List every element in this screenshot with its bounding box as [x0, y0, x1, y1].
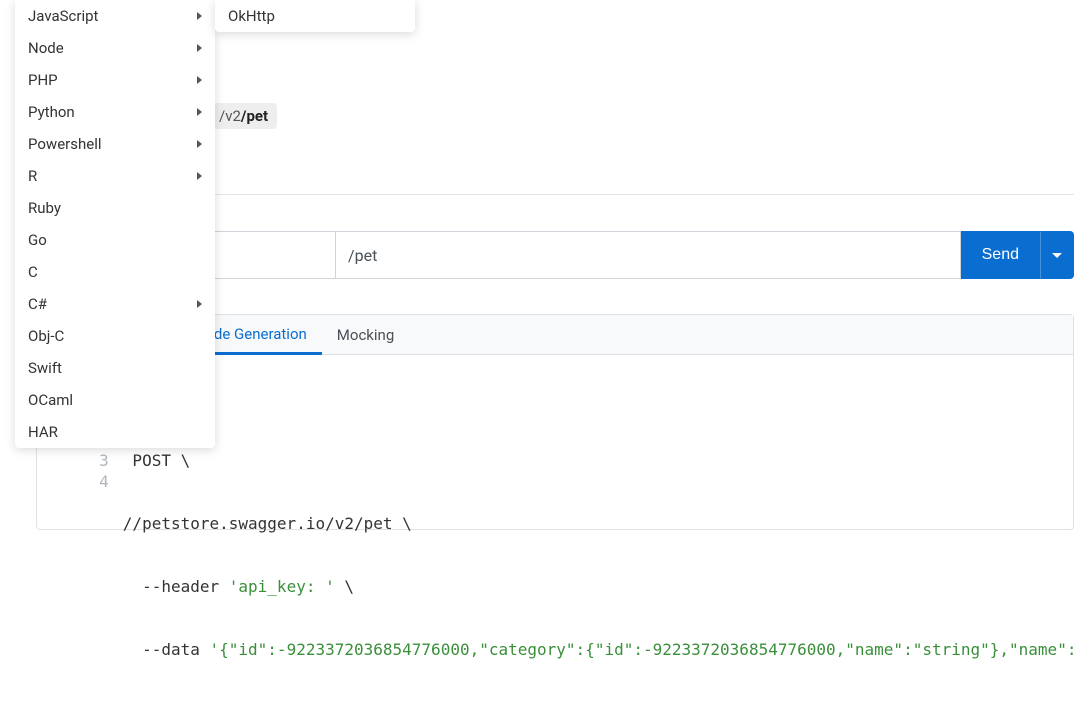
menu-item-php[interactable]: PHP: [15, 64, 215, 96]
line-number: 3: [51, 450, 109, 471]
chevron-right-icon: [197, 76, 202, 84]
line-numbers: POST \ . 3 4: [37, 408, 123, 702]
menu-item-python[interactable]: Python: [15, 96, 215, 128]
code-line: //petstore.swagger.io/v2/pet \: [123, 513, 1073, 534]
code-lines[interactable]: POST \ //petstore.swagger.io/v2/pet \ --…: [123, 408, 1073, 702]
menu-item-label: C#: [28, 295, 47, 313]
chevron-right-icon: [197, 300, 202, 308]
chevron-right-icon: [197, 12, 202, 20]
send-dropdown-button[interactable]: [1040, 231, 1074, 279]
menu-item-har[interactable]: HAR: [15, 416, 215, 448]
language-menu[interactable]: JavaScript Node PHP Python Powershell R …: [15, 0, 215, 448]
menu-item-label: PHP: [28, 71, 58, 89]
menu-item-label: Go: [28, 231, 47, 249]
code-line: --data '{"id":-9223372036854776000,"cate…: [123, 639, 1073, 660]
send-button-label: Send: [982, 246, 1019, 264]
menu-item-r[interactable]: R: [15, 160, 215, 192]
breadcrumb: /v2 /pet: [210, 103, 277, 129]
code-text: //petstore.swagger.io/v2/pet \: [123, 514, 412, 533]
code-text: \: [335, 577, 354, 596]
menu-item-label: R: [28, 167, 37, 185]
code-text: POST \: [123, 451, 190, 470]
menu-item-javascript[interactable]: JavaScript: [15, 0, 215, 32]
menu-item-label: C: [28, 263, 38, 281]
tab-mocking-label: Mocking: [337, 326, 394, 344]
breadcrumb-prefix: /v2: [219, 107, 241, 125]
code-line: POST \: [123, 450, 1073, 471]
code-text: --header: [123, 577, 229, 596]
chevron-right-icon: [197, 44, 202, 52]
breadcrumb-current: /pet: [241, 107, 268, 125]
menu-item-go[interactable]: Go: [15, 224, 215, 256]
chevron-right-icon: [197, 172, 202, 180]
chevron-down-icon: [1052, 253, 1062, 258]
menu-item-objc[interactable]: Obj-C: [15, 320, 215, 352]
menu-item-c[interactable]: C: [15, 256, 215, 288]
menu-item-label: Obj-C: [28, 327, 64, 345]
menu-item-label: Swift: [28, 359, 62, 377]
chevron-right-icon: [197, 108, 202, 116]
menu-item-label: Ruby: [28, 199, 61, 217]
submenu-item-label: OkHttp: [228, 7, 275, 25]
menu-item-label: Powershell: [28, 135, 101, 153]
send-button[interactable]: Send: [961, 231, 1040, 279]
menu-item-swift[interactable]: Swift: [15, 352, 215, 384]
menu-item-label: Python: [28, 103, 75, 121]
menu-item-label: OCaml: [28, 391, 73, 409]
menu-item-ocaml[interactable]: OCaml: [15, 384, 215, 416]
tab-mocking[interactable]: Mocking: [322, 315, 409, 354]
language-submenu[interactable]: OkHttp: [215, 0, 415, 32]
code-string: 'api_key: ': [229, 577, 335, 596]
menu-item-label: JavaScript: [28, 7, 98, 25]
chevron-right-icon: [197, 140, 202, 148]
code-text: --data: [123, 640, 210, 659]
code-string: '{"id":-9223372036854776000,"category":{…: [210, 640, 1074, 659]
send-button-group: Send: [961, 231, 1074, 279]
menu-item-powershell[interactable]: Powershell: [15, 128, 215, 160]
code-block: POST \ . 3 4 POST \ //petstore.swagger.i…: [37, 408, 1073, 714]
line-number: 4: [51, 471, 109, 492]
menu-item-ruby[interactable]: Ruby: [15, 192, 215, 224]
menu-item-csharp[interactable]: C#: [15, 288, 215, 320]
menu-item-label: Node: [28, 39, 64, 57]
path-input[interactable]: /pet: [335, 231, 961, 279]
submenu-item-okhttp[interactable]: OkHttp: [215, 0, 415, 32]
path-input-text: /pet: [348, 246, 377, 265]
menu-item-node[interactable]: Node: [15, 32, 215, 64]
menu-item-label: HAR: [28, 423, 58, 441]
code-line: --header 'api_key: ' \: [123, 576, 1073, 597]
